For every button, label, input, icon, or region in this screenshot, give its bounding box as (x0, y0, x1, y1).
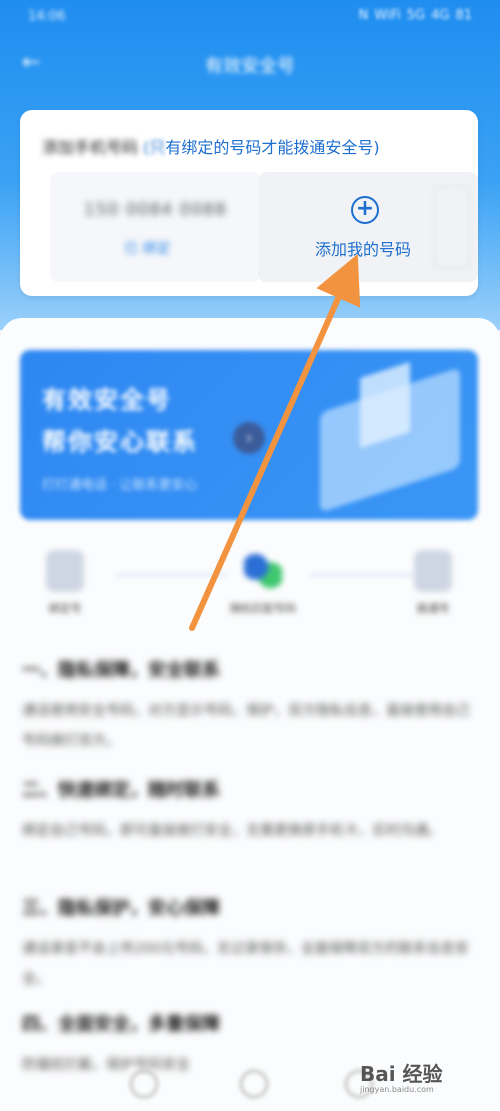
annotation-arrow (189, 254, 361, 631)
arrow-line (189, 254, 361, 631)
